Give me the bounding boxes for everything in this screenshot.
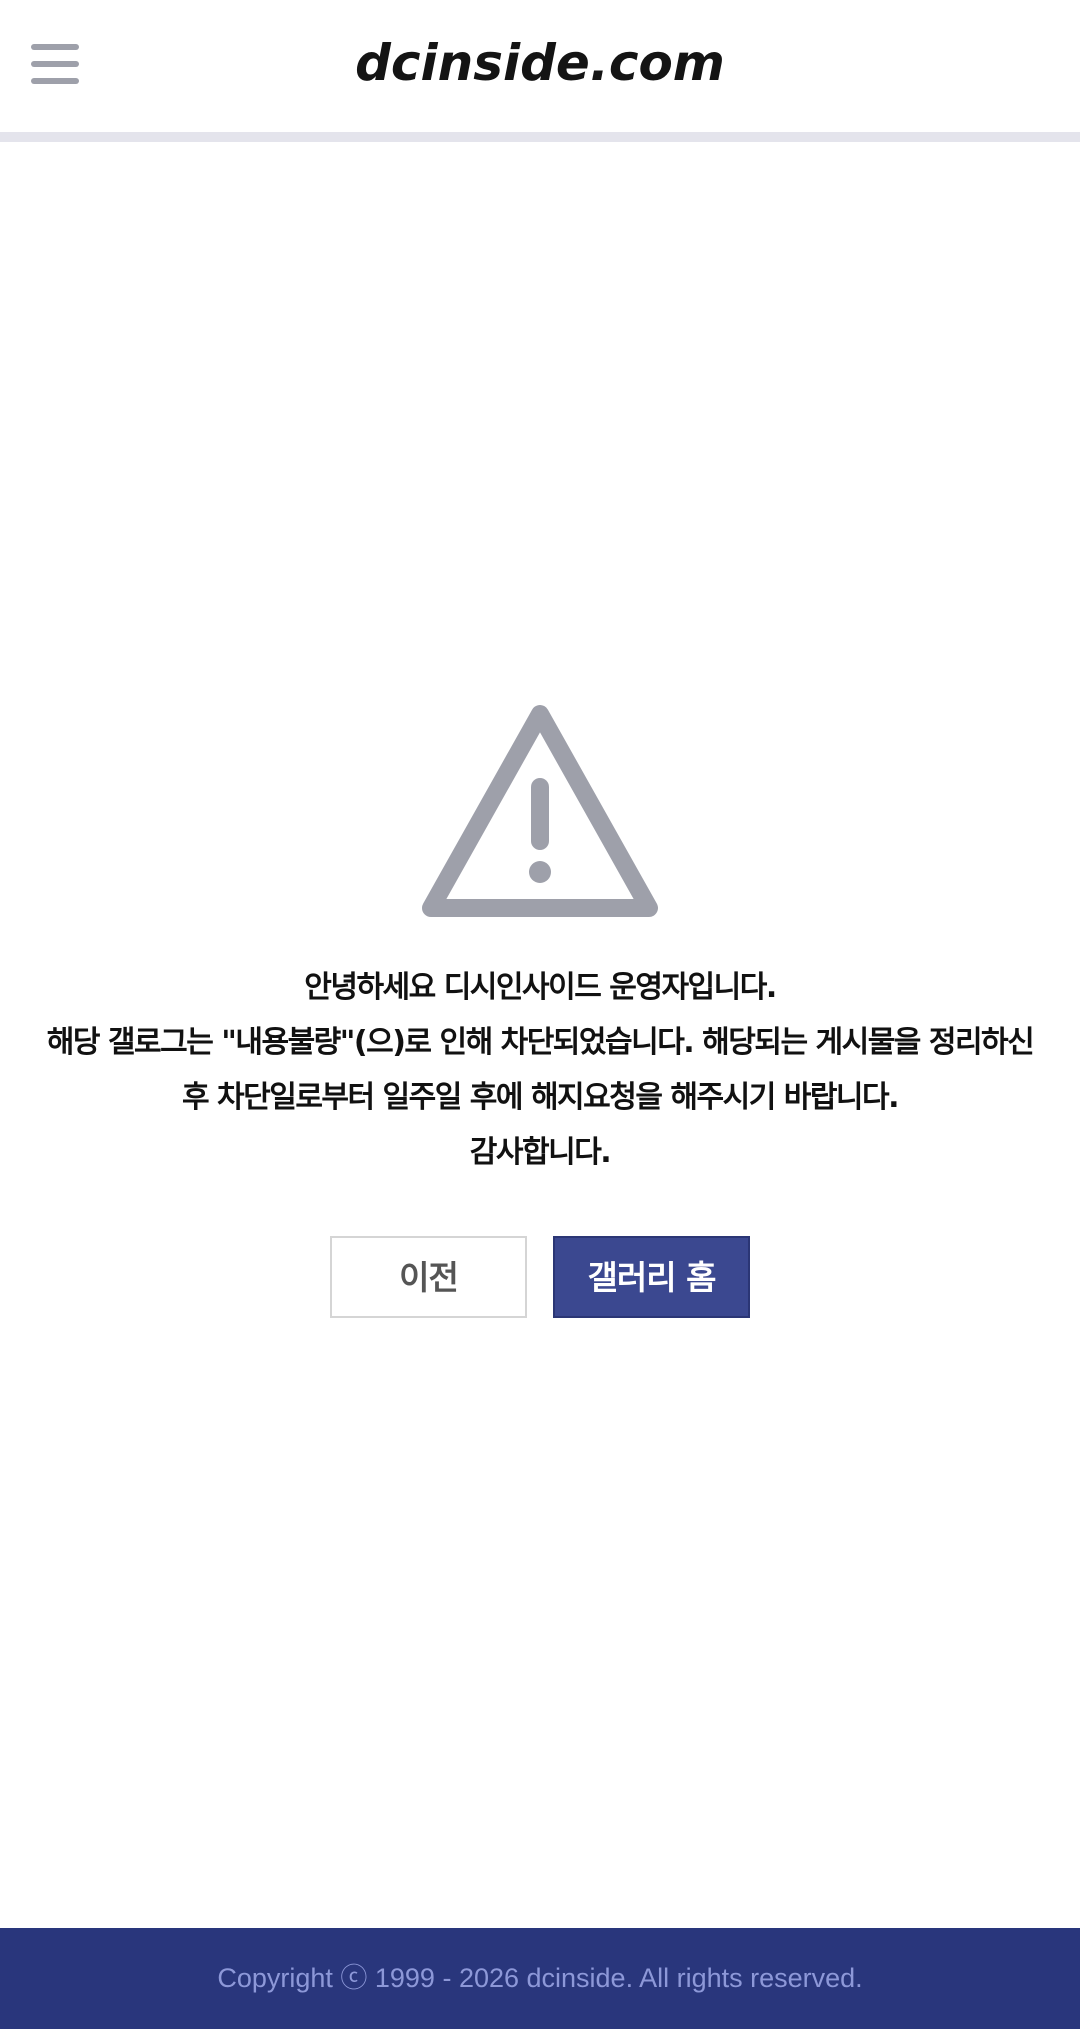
notice-body: 해당 갤로그는 "내용불량"(으)로 인해 차단되었습니다. 해당되는 게시물을… bbox=[46, 1025, 1035, 1115]
page: dcinside.com 안녕하세요 디시인사이드 운영자입니다. 해당 갤로그… bbox=[0, 0, 1080, 2029]
header: dcinside.com bbox=[0, 0, 1080, 132]
notice-greeting: 안녕하세요 디시인사이드 운영자입니다. bbox=[304, 970, 777, 1005]
notice-thanks: 감사합니다. bbox=[469, 1135, 612, 1170]
gallery-home-button[interactable]: 갤러리 홈 bbox=[553, 1236, 750, 1318]
footer: Copyright ⓒ 1999 - 2026 dcinside. All ri… bbox=[0, 1928, 1080, 2029]
warning-triangle-icon bbox=[422, 705, 658, 917]
notice-actions: 이전 갤러리 홈 bbox=[0, 1236, 1080, 1318]
copyright-text: Copyright ⓒ 1999 - 2026 dcinside. All ri… bbox=[217, 1963, 863, 1993]
prev-button[interactable]: 이전 bbox=[330, 1236, 527, 1318]
block-notice: 안녕하세요 디시인사이드 운영자입니다. 해당 갤로그는 "내용불량"(으)로 … bbox=[0, 700, 1080, 1318]
notice-message: 안녕하세요 디시인사이드 운영자입니다. 해당 갤로그는 "내용불량"(으)로 … bbox=[0, 960, 1080, 1180]
site-logo[interactable]: dcinside.com bbox=[0, 26, 1080, 100]
header-divider bbox=[0, 132, 1080, 142]
